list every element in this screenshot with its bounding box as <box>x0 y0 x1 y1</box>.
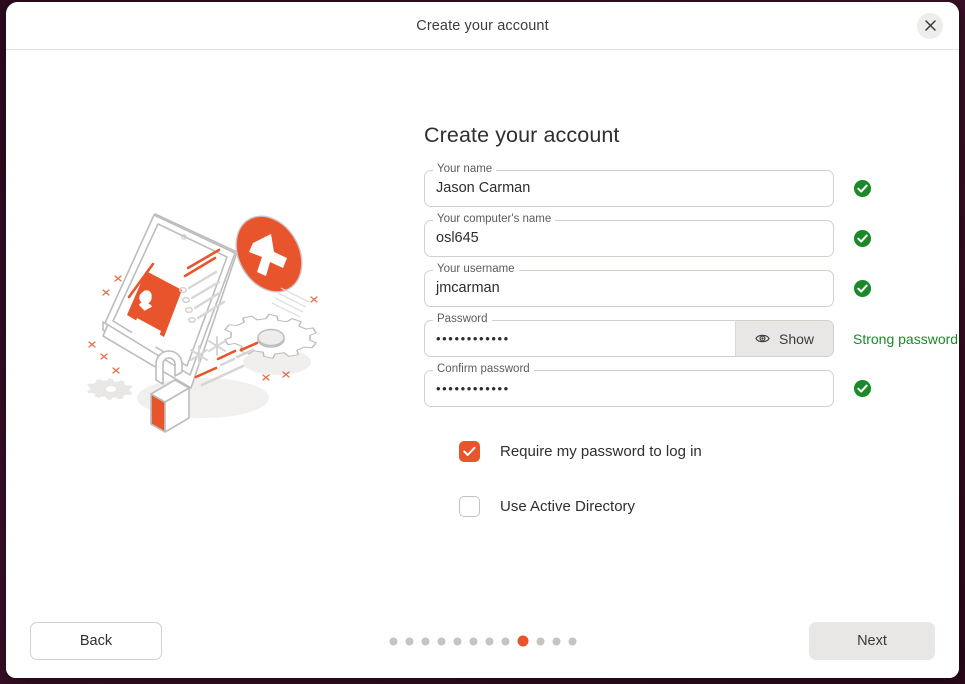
create-account-window: Create your account .ln { fill:none; str… <box>6 2 959 678</box>
confirm-password-wrap: •••••••••••• Confirm password <box>424 363 834 407</box>
password-wrap: •••••••••••• Show Password <box>424 313 834 357</box>
valid-check-icon <box>853 279 872 298</box>
your-name-wrap: Jason Carman Your name <box>424 163 834 207</box>
illustration-pane: .ln { fill:none; stroke:#bdbdbd; stroke-… <box>6 50 424 604</box>
next-button[interactable]: Next <box>809 622 935 660</box>
close-button[interactable] <box>917 12 943 39</box>
pager-dot[interactable] <box>552 637 560 645</box>
field-row-your-name: Jason Carman Your name <box>424 163 959 207</box>
pager-dot[interactable] <box>485 637 493 645</box>
field-row-username: jmcarman Your username <box>424 263 959 307</box>
pager-dot[interactable] <box>536 637 544 645</box>
valid-check-icon <box>853 379 872 398</box>
computer-name-value: osl645 <box>436 230 479 247</box>
page-title: Create your account <box>424 123 620 147</box>
create-account-illustration: .ln { fill:none; stroke:#bdbdbd; stroke-… <box>87 213 318 433</box>
eye-icon <box>755 334 770 343</box>
pager-dot[interactable] <box>469 637 477 645</box>
confirm-password-input[interactable]: •••••••••••• <box>424 370 834 407</box>
your-name-input[interactable]: Jason Carman <box>424 170 834 207</box>
checkmark-icon <box>463 446 476 456</box>
your-name-value: Jason Carman <box>436 180 531 197</box>
password-input[interactable]: •••••••••••• <box>424 320 735 357</box>
username-wrap: jmcarman Your username <box>424 263 834 307</box>
password-value: •••••••••••• <box>436 331 510 346</box>
pager-dot[interactable] <box>437 637 445 645</box>
computer-name-wrap: osl645 Your computer's name <box>424 213 834 257</box>
field-row-password: •••••••••••• Show Password Strong passwo… <box>424 313 959 357</box>
confirm-password-value: •••••••••••• <box>436 381 510 396</box>
pager-dot-active[interactable] <box>517 635 528 647</box>
field-row-confirm-password: •••••••••••• Confirm password <box>424 363 959 407</box>
valid-check-icon <box>853 229 872 248</box>
pager-dot[interactable] <box>501 637 509 645</box>
active-directory-label: Use Active Directory <box>500 498 636 515</box>
window-title: Create your account <box>416 17 549 34</box>
pager-dots <box>389 635 576 647</box>
username-input[interactable]: jmcarman <box>424 270 834 307</box>
pager-dot[interactable] <box>453 637 461 645</box>
form-pane: Create your account Jason Carman Your na… <box>424 50 959 517</box>
pager-dot[interactable] <box>421 637 429 645</box>
pager-dot[interactable] <box>389 637 397 645</box>
window-footer: Back Next <box>6 604 959 678</box>
require-password-checkbox[interactable] <box>459 441 480 462</box>
computer-name-input[interactable]: osl645 <box>424 220 834 257</box>
active-directory-checkbox[interactable] <box>459 496 480 517</box>
pager-dot[interactable] <box>405 637 413 645</box>
show-password-button[interactable]: Show <box>735 320 834 357</box>
window-content: .ln { fill:none; stroke:#bdbdbd; stroke-… <box>6 50 959 604</box>
username-value: jmcarman <box>436 280 500 297</box>
back-button[interactable]: Back <box>30 622 162 660</box>
window-titlebar: Create your account <box>6 2 959 50</box>
pager-dot[interactable] <box>568 637 576 645</box>
password-group: •••••••••••• Show <box>424 320 834 357</box>
active-directory-checkbox-row[interactable]: Use Active Directory <box>459 496 959 517</box>
require-password-checkbox-row[interactable]: Require my password to log in <box>459 441 959 462</box>
close-icon <box>924 20 936 31</box>
show-password-label: Show <box>778 330 815 347</box>
valid-check-icon <box>853 179 872 198</box>
require-password-label: Require my password to log in <box>500 443 702 460</box>
field-row-computer-name: osl645 Your computer's name <box>424 213 959 257</box>
password-strength-text: Strong password <box>853 330 959 347</box>
